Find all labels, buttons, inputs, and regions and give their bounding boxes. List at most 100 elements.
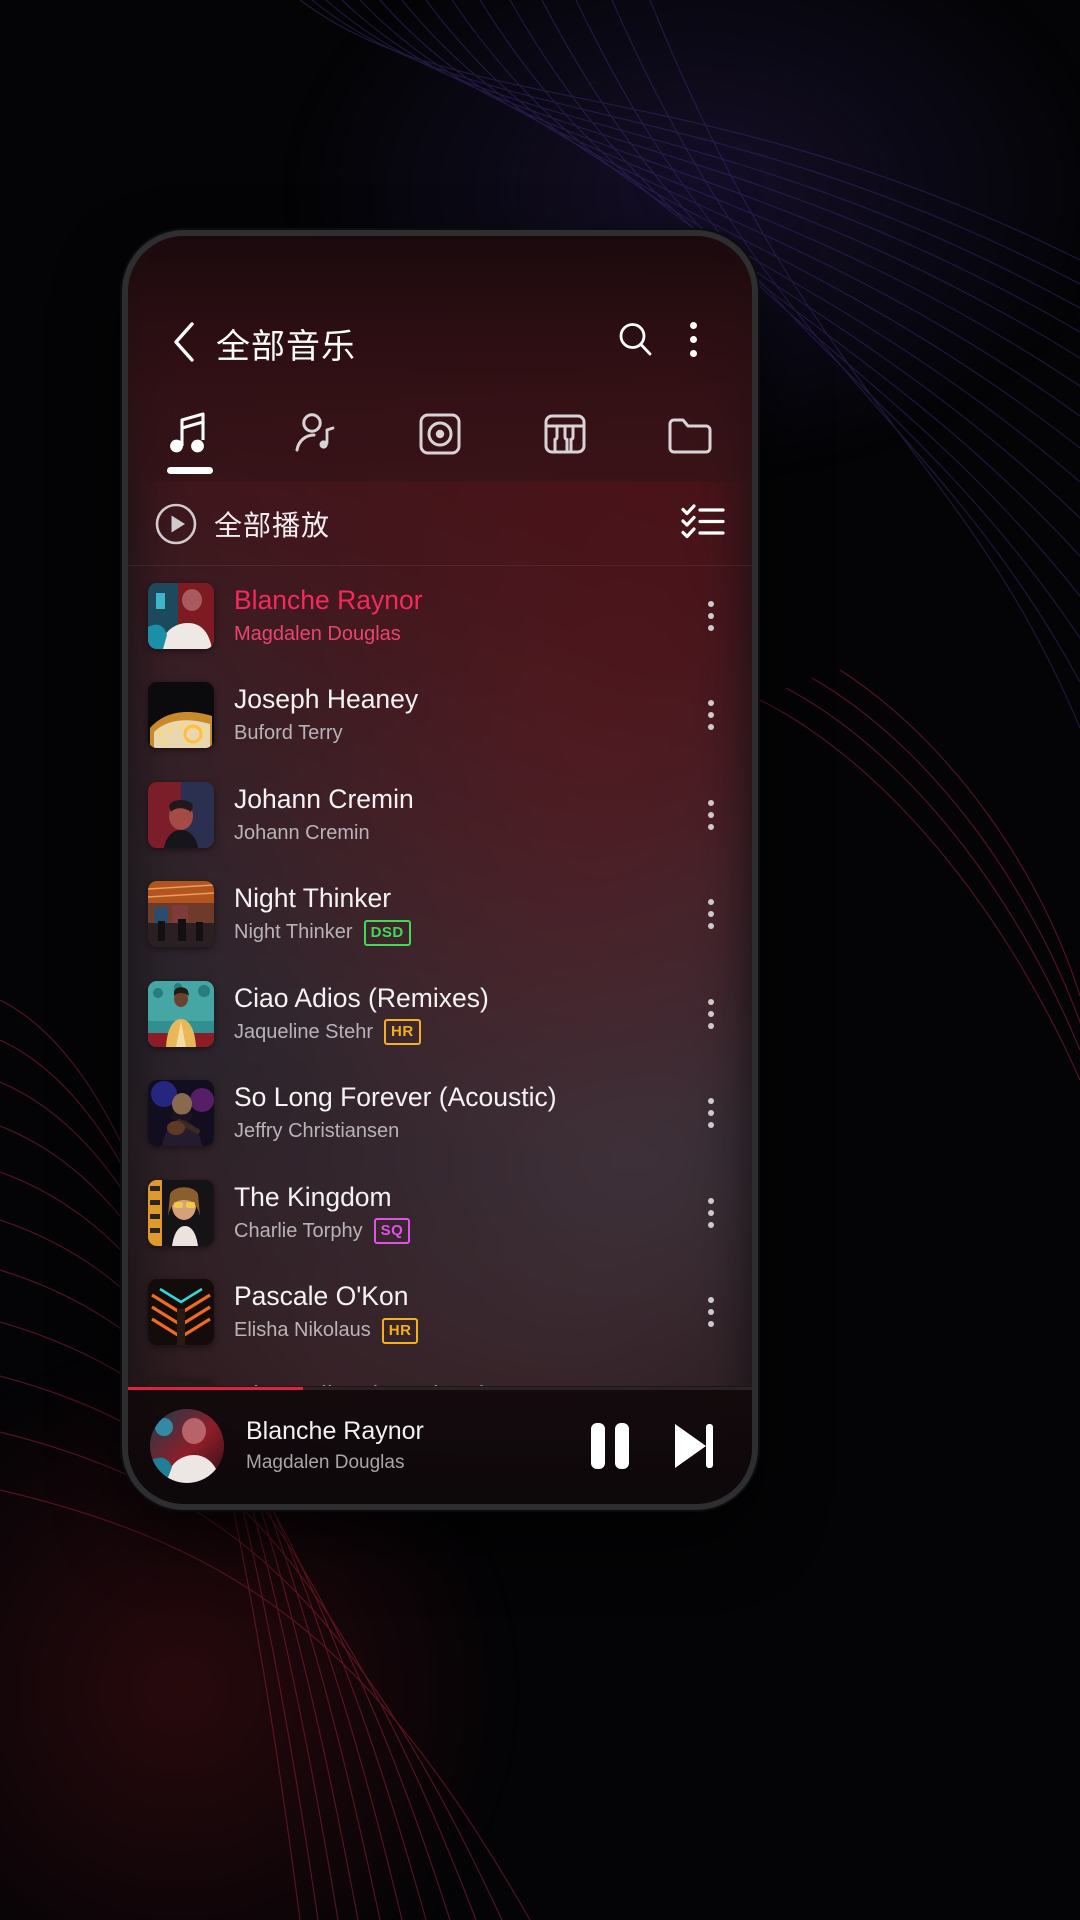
track-overflow-button[interactable] bbox=[684, 576, 738, 656]
track-overflow-button[interactable] bbox=[684, 1372, 738, 1386]
tab-albums[interactable] bbox=[378, 386, 503, 482]
mini-player-meta: Blanche Raynor Magdalen Douglas bbox=[246, 1417, 586, 1474]
next-track-button[interactable] bbox=[668, 1419, 718, 1473]
track-artist: Elisha Nikolaus bbox=[234, 1319, 371, 1342]
play-circle-icon bbox=[155, 503, 197, 544]
track-artist: Johann Cremin bbox=[234, 821, 370, 844]
pause-icon bbox=[591, 1422, 629, 1469]
piano-keys-icon bbox=[544, 414, 586, 454]
track-row[interactable]: So Long Forever (Acoustic) Jeffry Christi… bbox=[128, 1064, 752, 1164]
track-overflow-button[interactable] bbox=[684, 974, 738, 1054]
back-button[interactable] bbox=[158, 316, 210, 368]
track-row[interactable]: Joseph Heaney Buford Terry bbox=[128, 666, 752, 766]
tab-genres[interactable] bbox=[502, 386, 627, 482]
track-artist: Jeffry Christiansen bbox=[234, 1120, 400, 1143]
art-woman-sunglasses bbox=[148, 1179, 214, 1246]
art-neon-chevrons bbox=[148, 1279, 214, 1346]
search-icon bbox=[619, 323, 652, 356]
track-row[interactable]: Blanche Raynor Magdalen Douglas bbox=[128, 566, 752, 666]
track-title: Joseph Heaney bbox=[234, 684, 419, 715]
art-man-red-tshirt bbox=[150, 1408, 224, 1483]
quality-badge: DSD bbox=[363, 919, 411, 946]
more-vertical-icon bbox=[708, 1297, 714, 1328]
track-artist-line: Night Thinker DSD bbox=[234, 919, 684, 946]
track-artist-line: Jeffry Christiansen bbox=[234, 1118, 684, 1145]
track-artist: Charlie Torphy bbox=[234, 1219, 363, 1242]
play-all-label: 全部播放 bbox=[214, 509, 331, 541]
mini-player: Blanche Raynor Magdalen Douglas bbox=[128, 1386, 752, 1504]
multiselect-button[interactable] bbox=[680, 501, 726, 546]
track-title: So Long Forever (Acoustic) bbox=[234, 1082, 557, 1113]
track-artwork bbox=[148, 881, 214, 948]
mini-player-artist: Magdalen Douglas bbox=[246, 1452, 405, 1473]
art-woman-yellow-suit bbox=[148, 980, 214, 1047]
tab-songs[interactable] bbox=[128, 386, 253, 482]
screenshot-root: 全部音乐 全部播放 Blanche Raynor Magdalen Dougla… bbox=[0, 0, 1080, 1920]
pause-button[interactable] bbox=[586, 1419, 634, 1473]
track-artwork bbox=[148, 1080, 214, 1147]
more-vertical-icon bbox=[708, 799, 714, 830]
track-overflow-button[interactable] bbox=[684, 874, 738, 954]
track-overflow-button[interactable] bbox=[684, 775, 738, 855]
art-guitarist-purple bbox=[148, 1080, 214, 1147]
chevron-left-icon bbox=[174, 322, 194, 362]
track-artwork bbox=[148, 1279, 214, 1346]
artist-icon bbox=[295, 413, 335, 452]
track-meta: Pascale O'Kon Elisha Nikolaus HR bbox=[234, 1280, 684, 1344]
art-portrait-red-blue bbox=[148, 781, 214, 848]
track-artist-line: Magdalen Douglas bbox=[234, 621, 684, 648]
track-list[interactable]: Blanche Raynor Magdalen Douglas Joseph He… bbox=[128, 566, 752, 1386]
search-button[interactable] bbox=[606, 310, 664, 368]
track-row[interactable]: The Kingdom Charlie Torphy SQ bbox=[128, 1163, 752, 1263]
art-carousel-lights bbox=[148, 682, 214, 749]
track-meta: Joseph Heaney Buford Terry bbox=[234, 683, 684, 747]
track-row[interactable]: Night Thinker Night Thinker DSD bbox=[128, 865, 752, 965]
track-artist-line: Jaqueline Stehr HR bbox=[234, 1019, 684, 1046]
library-tab-bar bbox=[128, 386, 752, 482]
track-title: Pascale O'Kon bbox=[234, 1281, 409, 1312]
mini-player-artwork[interactable] bbox=[150, 1408, 224, 1483]
more-vertical-icon bbox=[708, 899, 714, 930]
playback-progress-bar[interactable] bbox=[128, 1387, 752, 1390]
track-artist: Magdalen Douglas bbox=[234, 622, 401, 645]
track-overflow-button[interactable] bbox=[684, 675, 738, 755]
page-title: 全部音乐 bbox=[216, 328, 356, 366]
tab-artists[interactable] bbox=[253, 386, 378, 482]
track-meta: So Long Forever (Acoustic) Jeffry Christi… bbox=[234, 1081, 684, 1145]
track-title: Blanche Raynor bbox=[234, 584, 423, 615]
track-artist-line: Elisha Nikolaus HR bbox=[234, 1317, 684, 1344]
tab-folders[interactable] bbox=[627, 386, 752, 482]
phone-device: 全部音乐 全部播放 Blanche Raynor Magdalen Dougla… bbox=[128, 236, 752, 1504]
folder-icon bbox=[668, 418, 712, 454]
track-overflow-button[interactable] bbox=[684, 1173, 738, 1253]
track-artwork bbox=[148, 980, 214, 1047]
track-meta: Johann Cremin Johann Cremin bbox=[234, 783, 684, 847]
overflow-menu-button[interactable] bbox=[664, 310, 722, 368]
track-meta: Blanche Raynor Magdalen Douglas bbox=[234, 584, 684, 648]
track-meta: Ciao Adios (Remixes) Jaqueline Stehr HR bbox=[234, 982, 684, 1046]
track-artwork bbox=[148, 682, 214, 749]
track-meta: Night Thinker Night Thinker DSD bbox=[234, 882, 684, 946]
track-row[interactable]: Ciao Adios (Remixes) Jaqueline Stehr HR bbox=[128, 964, 752, 1064]
checklist-icon bbox=[681, 504, 725, 539]
mini-player-title: Blanche Raynor bbox=[246, 1417, 424, 1445]
art-man-red-tshirt bbox=[148, 582, 214, 649]
track-row[interactable]: Johann Cremin Johann Cremin bbox=[128, 765, 752, 865]
track-row[interactable]: Ciao Adios (Remixes)Willis Osinski bbox=[128, 1362, 752, 1386]
track-artwork bbox=[148, 1179, 214, 1246]
track-artwork bbox=[148, 582, 214, 649]
track-meta: The Kingdom Charlie Torphy SQ bbox=[234, 1181, 684, 1245]
track-artist: Jaqueline Stehr bbox=[234, 1020, 373, 1043]
album-disc-icon bbox=[419, 413, 461, 455]
art-neon-sign-bar bbox=[148, 1378, 214, 1386]
play-all-row[interactable]: 全部播放 bbox=[128, 482, 752, 566]
music-note-icon bbox=[170, 412, 205, 453]
track-overflow-button[interactable] bbox=[684, 1073, 738, 1153]
more-vertical-icon bbox=[708, 700, 714, 731]
track-artist-line: Charlie Torphy SQ bbox=[234, 1218, 684, 1245]
tab-active-indicator bbox=[167, 467, 214, 474]
track-overflow-button[interactable] bbox=[684, 1272, 738, 1352]
more-vertical-icon bbox=[689, 321, 697, 357]
track-row[interactable]: Pascale O'Kon Elisha Nikolaus HR bbox=[128, 1263, 752, 1363]
track-title: The Kingdom bbox=[234, 1181, 392, 1212]
